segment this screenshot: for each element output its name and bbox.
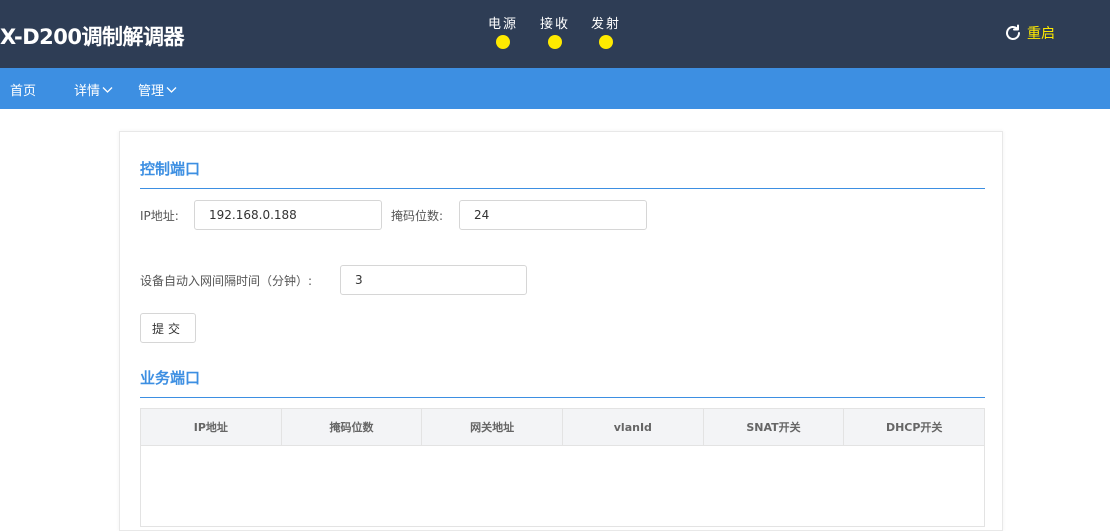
nav-item-label: 首页 bbox=[10, 84, 37, 99]
power-indicator: 电源 bbox=[483, 17, 523, 49]
transmit-indicator-label: 发射 bbox=[590, 17, 621, 32]
column-header-mask: 掩码位数 bbox=[282, 409, 423, 445]
settings-panel: 控制端口 IP地址: 掩码位数: 设备自动入网间隔时间（分钟）: 提交 业务端口… bbox=[119, 131, 1003, 531]
restart-label: 重启 bbox=[1027, 26, 1055, 42]
control-port-title: 控制端口 bbox=[140, 160, 201, 178]
table-header: IP地址 掩码位数 网关地址 vlanId SNAT开关 DHCP开关 bbox=[141, 409, 984, 446]
power-indicator-dot bbox=[496, 35, 510, 49]
mask-bits-label: 掩码位数: bbox=[391, 209, 444, 223]
table-body bbox=[141, 446, 984, 526]
service-port-title: 业务端口 bbox=[140, 369, 201, 387]
main-nav: 首页 详情 管理 bbox=[0, 68, 1110, 109]
refresh-icon bbox=[1006, 24, 1020, 40]
nav-item-details[interactable]: 详情 bbox=[74, 80, 113, 99]
transmit-indicator-dot bbox=[599, 35, 613, 49]
receive-indicator: 接收 bbox=[535, 17, 575, 49]
mask-bits-input[interactable] bbox=[459, 200, 647, 230]
chevron-down-icon bbox=[166, 86, 177, 93]
transmit-indicator: 发射 bbox=[586, 17, 626, 49]
nav-item-label: 管理 bbox=[138, 84, 165, 99]
control-port-divider bbox=[140, 188, 985, 189]
ip-address-input[interactable] bbox=[194, 200, 382, 230]
column-header-gateway: 网关地址 bbox=[422, 409, 564, 445]
nav-item-home[interactable]: 首页 bbox=[10, 80, 36, 99]
column-header-vlanid: vlanId bbox=[563, 409, 704, 445]
auto-join-interval-label: 设备自动入网间隔时间（分钟）: bbox=[140, 274, 313, 288]
service-port-table: IP地址 掩码位数 网关地址 vlanId SNAT开关 DHCP开关 bbox=[140, 408, 985, 527]
nav-item-manage[interactable]: 管理 bbox=[138, 80, 177, 99]
column-header-ip: IP地址 bbox=[141, 409, 282, 445]
app-title: X-D200调制解调器 bbox=[0, 25, 184, 49]
receive-indicator-dot bbox=[548, 35, 562, 49]
receive-indicator-label: 接收 bbox=[539, 17, 570, 32]
app-header: X-D200调制解调器 电源 接收 发射 重启 bbox=[0, 0, 1110, 68]
auto-join-interval-input[interactable] bbox=[340, 265, 527, 295]
ip-address-label: IP地址: bbox=[140, 209, 179, 223]
chevron-down-icon bbox=[102, 86, 113, 93]
restart-button[interactable]: 重启 bbox=[1003, 23, 1055, 43]
submit-button[interactable]: 提交 bbox=[140, 313, 196, 343]
power-indicator-label: 电源 bbox=[487, 17, 518, 32]
column-header-snat: SNAT开关 bbox=[704, 409, 845, 445]
column-header-dhcp: DHCP开关 bbox=[885, 421, 943, 434]
service-port-divider bbox=[140, 397, 985, 398]
nav-item-label: 详情 bbox=[74, 84, 101, 99]
